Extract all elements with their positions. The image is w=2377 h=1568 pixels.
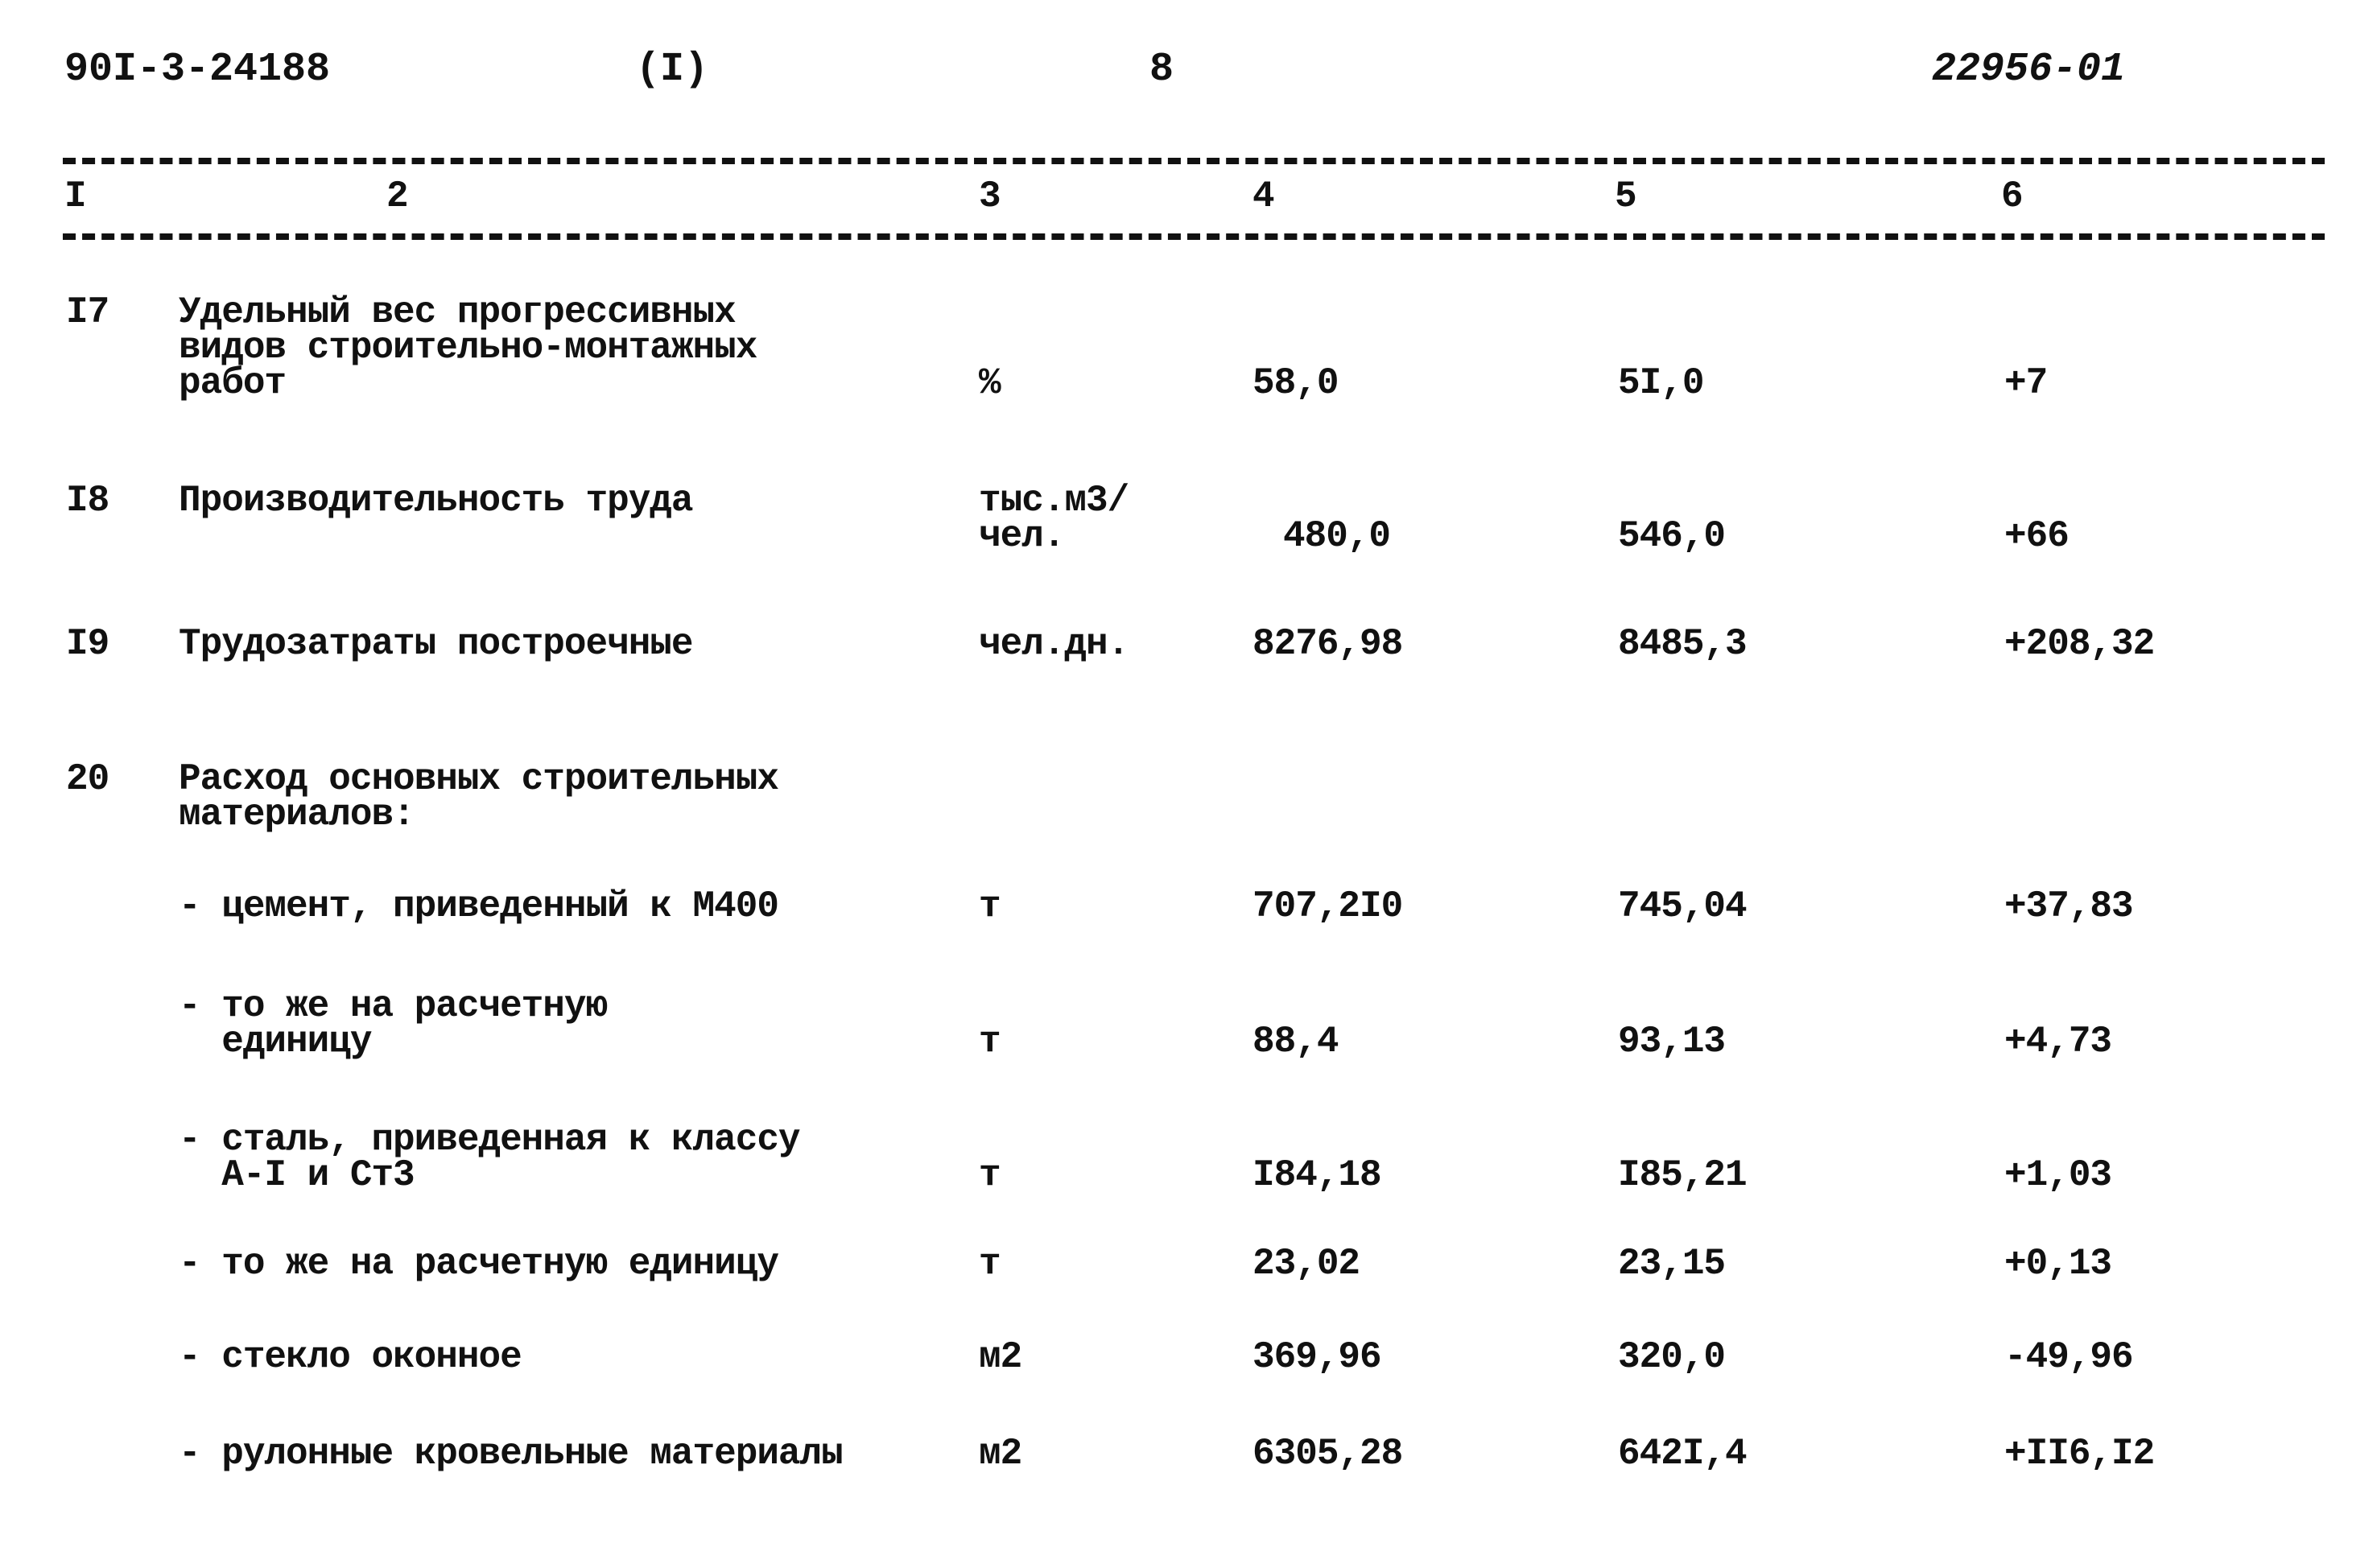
- unit: чел.: [979, 515, 1065, 557]
- unit: чел.дн.: [979, 623, 1129, 665]
- row-number: I7: [66, 291, 109, 333]
- row-number: I9: [66, 623, 109, 665]
- indicator-name: Трудозатраты построечные: [179, 623, 694, 665]
- value-col6-difference: +37,83: [2004, 885, 2134, 927]
- indicator-name: материалов:: [179, 794, 415, 836]
- value-col6-difference: +II6,I2: [2004, 1433, 2155, 1475]
- indicator-name: работ: [179, 362, 287, 404]
- row-number: I8: [66, 480, 109, 522]
- unit: тыс.м3/: [979, 480, 1129, 522]
- value-col4: 88,4: [1252, 1021, 1339, 1063]
- value-col5: 93,13: [1618, 1021, 1726, 1063]
- value-col6-difference: +1,03: [2004, 1154, 2112, 1196]
- header-bottom-rule: [63, 233, 2325, 240]
- indicator-name: Удельный вес прогрессивных: [179, 291, 737, 333]
- value-col4: 6305,28: [1252, 1433, 1403, 1475]
- value-col5: I85,21: [1618, 1154, 1748, 1196]
- value-col4: 23,02: [1252, 1243, 1360, 1285]
- page-number: 8: [1149, 47, 1174, 93]
- indicator-name: - рулонные кровельные материалы: [179, 1433, 844, 1475]
- column-header-3: 3: [979, 175, 1001, 217]
- value-col6-difference: -49,96: [2004, 1336, 2134, 1378]
- value-col6-difference: +208,32: [2004, 623, 2155, 665]
- registration-number: 22956-01: [1932, 47, 2126, 93]
- column-header-4: 4: [1252, 175, 1275, 217]
- indicator-name: - стекло оконное: [179, 1336, 522, 1378]
- unit: т: [979, 1154, 1001, 1196]
- indicator-name: - то же на расчетную единицу: [179, 1243, 779, 1285]
- row-number: 20: [66, 758, 109, 800]
- value-col4: 707,2I0: [1252, 885, 1403, 927]
- value-col4: 58,0: [1252, 362, 1339, 404]
- value-col5: 745,04: [1618, 885, 1748, 927]
- value-col4: 369,96: [1252, 1336, 1382, 1378]
- indicator-name: - сталь, приведенная к классу: [179, 1119, 801, 1161]
- indicator-name: - цемент, приведенный к М400: [179, 885, 779, 927]
- unit: т: [979, 1021, 1001, 1063]
- column-header-5: 5: [1615, 175, 1637, 217]
- column-header-1: I: [64, 175, 87, 217]
- document-code: 90I-3-24188: [64, 47, 331, 93]
- unit: м2: [979, 1336, 1022, 1378]
- unit: %: [979, 362, 1001, 404]
- column-header-2: 2: [386, 175, 409, 217]
- value-col6-difference: +66: [2004, 515, 2070, 557]
- value-col5: 5I,0: [1618, 362, 1704, 404]
- value-col5: 320,0: [1618, 1336, 1726, 1378]
- document-part: (I): [636, 47, 709, 93]
- column-header-6: 6: [2001, 175, 2024, 217]
- value-col4: 480,0: [1283, 515, 1391, 557]
- indicator-name: Производительность труда: [179, 480, 694, 522]
- indicator-name: Расход основных строительных: [179, 758, 779, 800]
- value-col4: 8276,98: [1252, 623, 1403, 665]
- header-top-rule: [63, 158, 2325, 164]
- value-col6-difference: +7: [2004, 362, 2048, 404]
- indicator-name: - то же на расчетную: [179, 985, 608, 1027]
- value-col5: 8485,3: [1618, 623, 1748, 665]
- unit: т: [979, 1243, 1001, 1285]
- indicator-name: единицу: [179, 1021, 372, 1063]
- value-col4: I84,18: [1252, 1154, 1382, 1196]
- value-col5: 546,0: [1618, 515, 1726, 557]
- indicator-name: видов строительно-монтажных: [179, 327, 757, 369]
- value-col6-difference: +4,73: [2004, 1021, 2112, 1063]
- unit: м2: [979, 1433, 1022, 1475]
- value-col5: 23,15: [1618, 1243, 1726, 1285]
- value-col5: 642I,4: [1618, 1433, 1748, 1475]
- value-col6-difference: +0,13: [2004, 1243, 2112, 1285]
- indicator-name: А-I и Ст3: [179, 1154, 415, 1196]
- unit: т: [979, 885, 1001, 927]
